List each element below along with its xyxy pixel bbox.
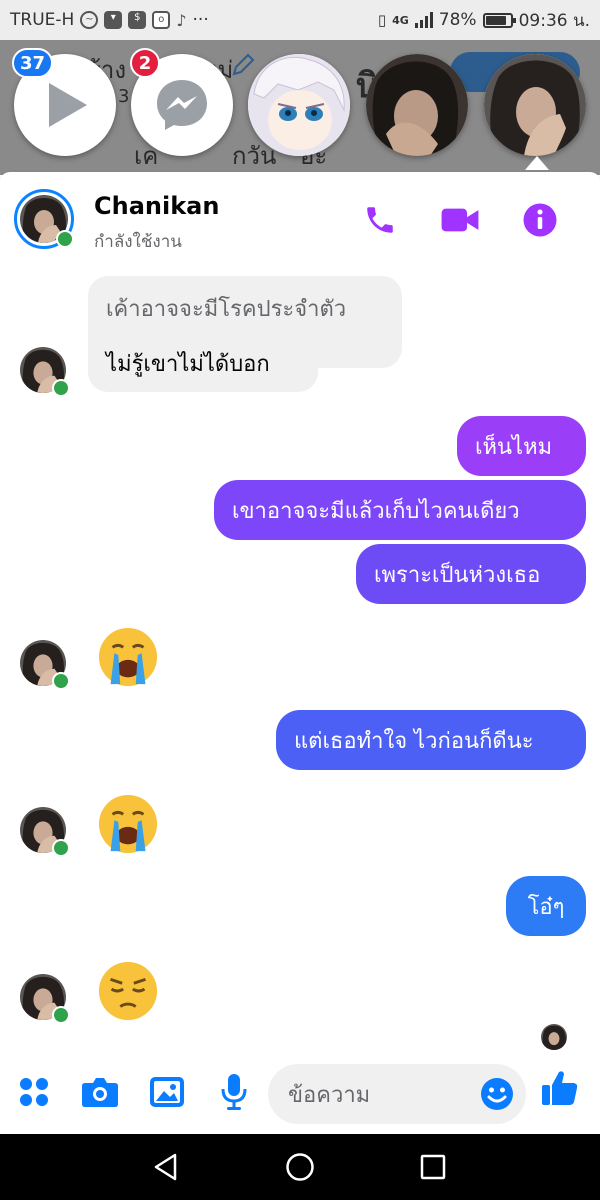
vibrate-icon: ▯ <box>377 11 387 29</box>
outgoing-message[interactable]: โอ๋ๆ <box>506 876 586 936</box>
play-icon <box>49 83 87 127</box>
video-call-button[interactable] <box>440 200 480 240</box>
battery-percent: 78% <box>438 10 477 30</box>
outgoing-message[interactable]: เห็นไหม <box>457 416 586 476</box>
outgoing-message[interactable]: แต่เธอทำใจ ไวก่อนก็ดีนะ <box>276 710 586 770</box>
home-button[interactable] <box>280 1147 320 1187</box>
emoji-smile-icon[interactable] <box>480 1077 514 1111</box>
message-input-placeholder: ข้อความ <box>288 1082 371 1108</box>
clock: 09:36 น. <box>518 10 590 31</box>
message-input[interactable]: ข้อความ <box>268 1064 526 1124</box>
four-dots-icon <box>20 1078 48 1106</box>
shield-notification-icon: ▾ <box>104 11 123 29</box>
message-text: เห็นไหม <box>475 434 553 460</box>
chat-header: Chanikan กำลังใช้งาน <box>0 172 600 266</box>
online-indicator <box>56 230 74 248</box>
microphone-icon <box>221 1074 247 1110</box>
outgoing-message[interactable]: เขาอาจจะมีแล้วเก็บไวคนเดียว <box>214 480 586 540</box>
message-text: เพราะเป็นห่วงเธอ <box>374 562 541 588</box>
image-icon <box>150 1077 184 1107</box>
like-button[interactable] <box>540 1068 580 1108</box>
online-indicator <box>52 839 70 857</box>
network-type: 4G <box>392 13 409 27</box>
messenger-icon <box>157 80 207 130</box>
instagram-notification-icon: o <box>152 11 171 29</box>
back-triangle-icon <box>154 1153 177 1181</box>
pensive-emoji-icon[interactable] <box>97 960 159 1022</box>
message-text: ไม่รู้เขาไม่ได้บอก <box>106 351 270 377</box>
messenger-notification-icon: ~ <box>80 11 99 29</box>
thumbs-up-icon <box>542 1071 578 1105</box>
crying-emoji-icon[interactable] <box>97 626 159 688</box>
contact-photo-icon <box>484 54 586 156</box>
contact-photo-icon <box>541 1024 567 1050</box>
message-text: เค้าอาจจะมีโรคประจำตัว <box>106 297 347 322</box>
online-indicator <box>52 672 70 690</box>
chat-head-badge: 37 <box>12 48 54 78</box>
info-icon <box>523 203 557 237</box>
anime-avatar-icon <box>248 54 350 156</box>
online-indicator <box>52 379 70 397</box>
more-notifications-icon: ··· <box>192 10 209 30</box>
gallery-button[interactable] <box>147 1072 187 1112</box>
chat-head-contact[interactable] <box>366 54 468 156</box>
message-text: โอ๋ๆ <box>527 894 565 920</box>
seen-receipt-avatar <box>541 1024 567 1050</box>
phone-icon <box>367 207 393 233</box>
recents-button[interactable] <box>413 1147 453 1187</box>
camera-icon <box>82 1078 118 1107</box>
voice-message-button[interactable] <box>214 1072 254 1112</box>
incoming-message[interactable]: ไม่รู้เขาไม่ได้บอก <box>88 334 318 392</box>
chat-head-badge: 2 <box>130 48 160 78</box>
camera-button[interactable] <box>80 1072 120 1112</box>
carrier-label: TRUE-H <box>10 10 75 30</box>
recents-square-icon <box>420 1154 446 1180</box>
background-text: 3 <box>118 86 130 107</box>
status-bar: TRUE-H ~ ▾ $ o ♪ ··· ▯ 4G 78% 09:36 น. <box>0 0 600 40</box>
crying-emoji-icon[interactable] <box>97 793 159 855</box>
video-camera-icon <box>441 208 479 232</box>
message-composer: ข้อความ <box>0 1054 600 1134</box>
message-text: เขาอาจจะมีแล้วเก็บไวคนเดียว <box>232 498 520 524</box>
battery-icon <box>482 12 516 28</box>
system-navigation-bar <box>0 1134 600 1200</box>
active-chat-pointer <box>525 156 549 170</box>
signal-icon <box>414 12 433 28</box>
conversation-info-button[interactable] <box>520 200 560 240</box>
message-list[interactable]: เค้าอาจจะมีโรคประจำตัว ไม่รู้เขาไม่ได้บอ… <box>0 266 600 1054</box>
back-button[interactable] <box>146 1147 186 1187</box>
pencil-icon <box>232 53 255 76</box>
chat-head-contact[interactable] <box>248 54 350 156</box>
tiktok-notification-icon: ♪ <box>176 10 187 30</box>
online-indicator <box>52 1006 70 1024</box>
message-text: แต่เธอทำใจ ไวก่อนก็ดีนะ <box>294 728 534 754</box>
contact-photo-icon <box>366 54 468 156</box>
contact-status: กำลังใช้งาน <box>94 232 182 252</box>
more-actions-button[interactable] <box>14 1072 54 1112</box>
contact-name[interactable]: Chanikan <box>94 192 219 220</box>
home-circle-icon <box>286 1153 314 1181</box>
outgoing-message[interactable]: เพราะเป็นห่วงเธอ <box>356 544 586 604</box>
shop-notification-icon: $ <box>128 11 147 29</box>
voice-call-button[interactable] <box>360 200 400 240</box>
chat-head-contact-active[interactable] <box>484 54 586 156</box>
